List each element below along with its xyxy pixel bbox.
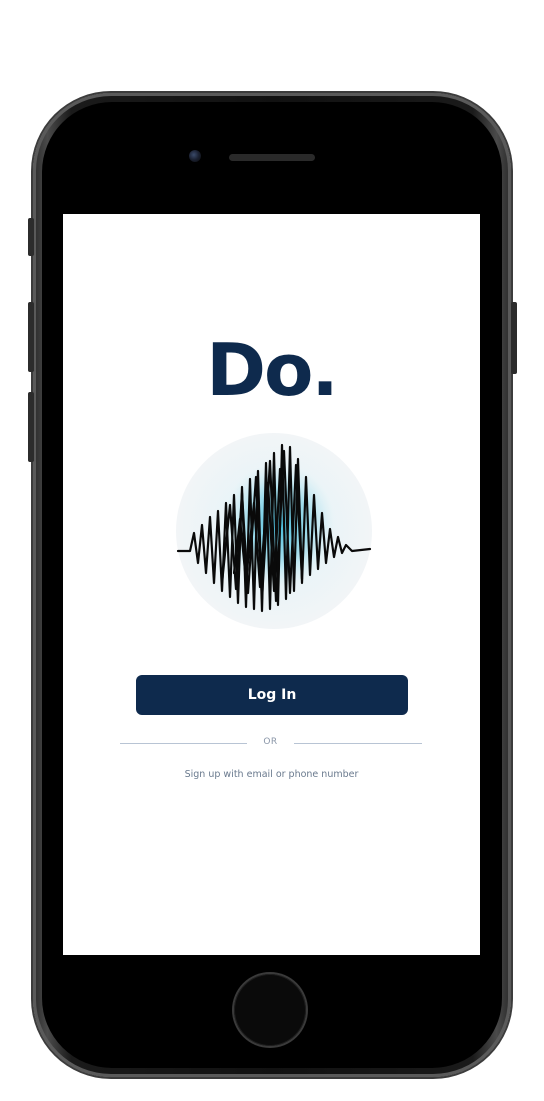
volume-down-button [28, 392, 34, 462]
divider-line-right [294, 743, 422, 744]
volume-up-button [28, 302, 34, 372]
power-button [511, 302, 517, 374]
or-divider-label: OR [263, 737, 278, 747]
app-logo-text: Do. [206, 328, 339, 412]
waveform-icon [176, 433, 372, 629]
divider-line-left [120, 743, 247, 744]
earpiece-speaker [229, 154, 315, 161]
login-button[interactable]: Log In [136, 675, 408, 715]
front-camera [189, 150, 201, 162]
app-screen: Do. Log In OR Sign up with email or phon… [63, 214, 480, 955]
silent-switch [28, 218, 34, 256]
home-button[interactable] [234, 974, 306, 1046]
signup-link[interactable]: Sign up with email or phone number [63, 769, 480, 780]
